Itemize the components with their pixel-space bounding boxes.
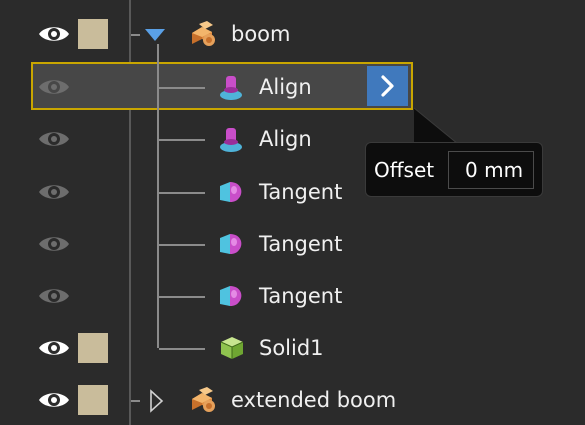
tree-item-label: extended boom xyxy=(231,388,397,412)
tree-row-tangent[interactable]: Tangent xyxy=(0,270,585,322)
align-constraint-icon xyxy=(217,74,245,102)
tree-row-align-selected[interactable]: Align xyxy=(0,61,585,113)
tree-item-label: Tangent xyxy=(259,284,343,308)
tree-connector xyxy=(131,400,140,402)
expand-arrow-down-icon[interactable] xyxy=(143,27,167,43)
visibility-eye-icon[interactable] xyxy=(38,77,70,97)
color-swatch[interactable] xyxy=(78,385,108,415)
browser-tree-panel: boom Align Align Tangent Tangent Tangent… xyxy=(0,0,585,425)
tangent-constraint-icon xyxy=(217,282,245,310)
tree-item-label: Tangent xyxy=(259,180,343,204)
align-constraint-icon xyxy=(217,126,245,154)
tree-connector xyxy=(159,296,205,298)
tree-connector xyxy=(131,34,140,36)
tree-row-solid1[interactable]: Solid1 xyxy=(0,322,585,374)
tree-item-label: boom xyxy=(231,22,291,46)
tree-connector xyxy=(159,87,205,89)
color-swatch[interactable] xyxy=(78,333,108,363)
tree-row-tangent[interactable]: Tangent xyxy=(0,218,585,270)
tree-row-extended-boom[interactable]: extended boom xyxy=(0,374,585,425)
tree-row-boom[interactable]: boom xyxy=(0,8,585,60)
visibility-eye-icon[interactable] xyxy=(38,286,70,306)
solid-body-icon xyxy=(219,335,247,363)
offset-label: Offset xyxy=(374,158,435,182)
chevron-right-icon xyxy=(380,75,394,97)
tree-item-label: Tangent xyxy=(259,232,343,256)
tree-item-label: Align xyxy=(259,127,312,151)
visibility-eye-icon[interactable] xyxy=(38,24,70,44)
visibility-eye-icon[interactable] xyxy=(38,182,70,202)
offset-tooltip: Offset 0 mm xyxy=(365,142,543,197)
tree-connector xyxy=(159,192,205,194)
expand-arrow-right-icon[interactable] xyxy=(148,389,164,413)
tree-item-label: Align xyxy=(259,75,312,99)
component-icon xyxy=(189,21,217,49)
component-icon xyxy=(189,387,217,415)
visibility-eye-icon[interactable] xyxy=(38,390,70,410)
tangent-constraint-icon xyxy=(217,230,245,258)
visibility-eye-icon[interactable] xyxy=(38,338,70,358)
tree-connector xyxy=(159,348,205,350)
show-options-button[interactable] xyxy=(367,66,408,106)
tree-connector xyxy=(159,139,205,141)
tree-item-label: Solid1 xyxy=(259,336,324,360)
color-swatch[interactable] xyxy=(78,19,108,49)
offset-input[interactable]: 0 mm xyxy=(448,151,534,189)
visibility-eye-icon[interactable] xyxy=(38,129,70,149)
visibility-eye-icon[interactable] xyxy=(38,234,70,254)
tree-connector xyxy=(159,244,205,246)
tangent-constraint-icon xyxy=(217,178,245,206)
